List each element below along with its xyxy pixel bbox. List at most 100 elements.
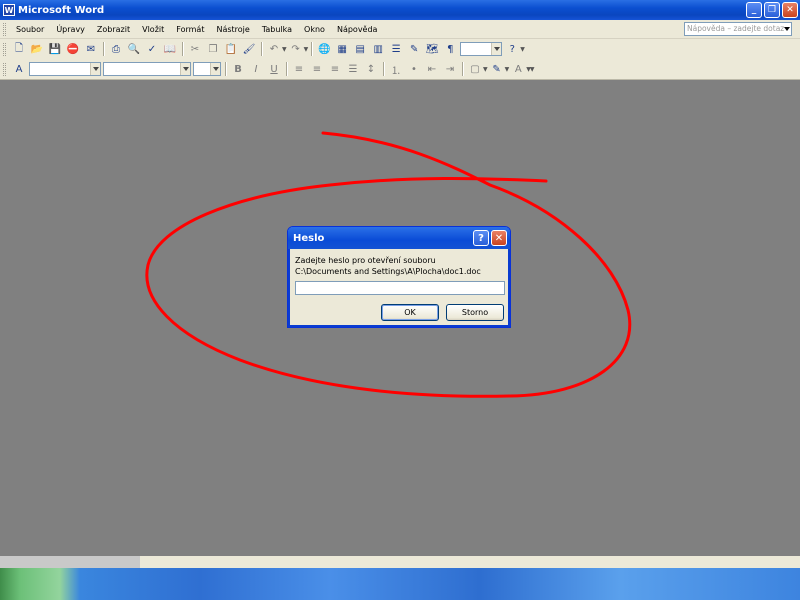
print-icon[interactable]: ⎙ xyxy=(108,41,124,57)
copy-icon[interactable]: ❐ xyxy=(205,41,221,57)
password-input[interactable] xyxy=(295,281,505,295)
open-icon[interactable]: 📂 xyxy=(29,41,45,57)
research-icon[interactable]: 📖 xyxy=(162,41,178,57)
window-controls: _ ❐ ✕ xyxy=(746,2,798,18)
format-painter-icon[interactable]: 🖌 xyxy=(241,41,257,57)
minimize-button[interactable]: _ xyxy=(746,2,762,18)
toolbar-separator xyxy=(103,42,104,56)
taskbar xyxy=(0,568,800,600)
close-button[interactable]: ✕ xyxy=(782,2,798,18)
underline-icon[interactable]: U xyxy=(266,61,282,77)
align-left-icon[interactable]: ≡ xyxy=(291,61,307,77)
close-icon: ✕ xyxy=(494,232,504,244)
help-search-input[interactable]: Nápověda – zadejte dotaz xyxy=(684,22,792,36)
toolbar-options-icon[interactable]: ▼ xyxy=(520,46,525,53)
undo-dropdown-icon[interactable]: ▼ xyxy=(282,46,287,53)
close-icon: ✕ xyxy=(786,5,794,15)
dialog-title-bar[interactable]: Heslo ? ✕ xyxy=(288,227,510,249)
font-size-dropdown-icon[interactable] xyxy=(210,63,220,75)
numbering-icon[interactable]: ⒈ xyxy=(388,61,404,77)
word-app-icon[interactable]: W xyxy=(3,4,15,16)
ok-button[interactable]: OK xyxy=(381,304,439,321)
menu-tabulka[interactable]: Tabulka xyxy=(256,20,298,39)
toolbar-separator xyxy=(182,42,183,56)
toolbar-grip[interactable] xyxy=(3,62,6,76)
paste-icon[interactable]: 📋 xyxy=(223,41,239,57)
cancel-button[interactable]: Storno xyxy=(446,304,504,321)
toolbar-separator xyxy=(462,62,463,76)
font-color-icon[interactable]: A xyxy=(510,61,526,77)
print-preview-icon[interactable]: 🔍 xyxy=(126,41,142,57)
new-icon[interactable]: 🗋 xyxy=(11,41,27,57)
drawing-icon[interactable]: ✎ xyxy=(406,41,422,57)
help-dropdown-icon[interactable] xyxy=(784,27,790,31)
highlight-dropdown-icon[interactable]: ▼ xyxy=(505,66,510,73)
toolbar-separator xyxy=(261,42,262,56)
redo-dropdown-icon[interactable]: ▼ xyxy=(304,46,309,53)
menu-bar: Soubor Úpravy Zobrazit Vložit Formát Nás… xyxy=(0,20,800,39)
password-prompt: Zadejte heslo pro otevření souboru xyxy=(295,256,436,265)
center-icon[interactable]: ≡ xyxy=(309,61,325,77)
menu-napoveda[interactable]: Nápověda xyxy=(331,20,384,39)
tables-borders-icon[interactable]: ▦ xyxy=(334,41,350,57)
document-map-icon[interactable]: 🗺 xyxy=(424,41,440,57)
app-icon-letter: W xyxy=(4,5,14,15)
menu-zobrazit[interactable]: Zobrazit xyxy=(91,20,136,39)
toolbar-grip[interactable] xyxy=(3,42,6,56)
align-right-icon[interactable]: ≡ xyxy=(327,61,343,77)
dialog-title: Heslo xyxy=(293,232,325,244)
menu-soubor[interactable]: Soubor xyxy=(10,20,50,39)
zoom-dropdown-icon[interactable] xyxy=(491,43,502,55)
show-formatting-icon[interactable]: ¶ xyxy=(442,41,458,57)
save-icon[interactable]: 💾 xyxy=(47,41,63,57)
toolbar-separator xyxy=(383,62,384,76)
highlight-icon[interactable]: ✎ xyxy=(489,61,505,77)
insert-table-icon[interactable]: ▤ xyxy=(352,41,368,57)
undo-icon[interactable]: ↶ xyxy=(266,41,282,57)
line-spacing-icon[interactable]: ↕ xyxy=(363,61,379,77)
font-size-field[interactable] xyxy=(193,62,221,76)
spelling-icon[interactable]: ✓ xyxy=(144,41,160,57)
style-dropdown-icon[interactable] xyxy=(90,63,100,75)
help-icon: ? xyxy=(478,232,484,244)
increase-indent-icon[interactable]: ⇥ xyxy=(442,61,458,77)
redo-icon[interactable]: ↷ xyxy=(288,41,304,57)
restore-button[interactable]: ❐ xyxy=(764,2,780,18)
hyperlink-icon[interactable]: 🌐 xyxy=(316,41,332,57)
styles-icon[interactable]: A xyxy=(11,61,27,77)
cut-icon[interactable]: ✂ xyxy=(187,41,203,57)
border-dropdown-icon[interactable]: ▼ xyxy=(483,66,488,73)
menu-grip[interactable] xyxy=(3,22,6,36)
bullets-icon[interactable]: • xyxy=(406,61,422,77)
menu-upravy[interactable]: Úpravy xyxy=(50,20,91,39)
menu-okno[interactable]: Okno xyxy=(298,20,331,39)
bold-icon[interactable]: B xyxy=(230,61,246,77)
help-search-placeholder: Nápověda – zadejte dotaz xyxy=(687,24,785,33)
password-dialog: Heslo ? ✕ Zadejte heslo pro otevření sou… xyxy=(287,226,511,328)
zoom-field[interactable] xyxy=(460,42,503,56)
font-dropdown-icon[interactable] xyxy=(180,63,190,75)
menu-vlozit[interactable]: Vložit xyxy=(136,20,170,39)
minimize-icon: _ xyxy=(751,5,757,15)
border-icon[interactable]: ▢ xyxy=(467,61,483,77)
insert-excel-icon[interactable]: ▥ xyxy=(370,41,386,57)
style-field[interactable] xyxy=(29,62,101,76)
dialog-help-button[interactable]: ? xyxy=(473,230,489,246)
status-bar-panel xyxy=(0,556,140,568)
font-field[interactable] xyxy=(103,62,191,76)
formatting-toolbar: A B I U ≡ ≡ ≡ ☰ ↕ ⒈ • ⇤ ⇥ ▢ ▼ ✎ ▼ A ▼ ▼ xyxy=(0,59,800,80)
dialog-controls: ? ✕ xyxy=(473,230,507,246)
toolbar-separator xyxy=(286,62,287,76)
title-bar: W Microsoft Word _ ❐ ✕ xyxy=(0,0,800,20)
columns-icon[interactable]: ☰ xyxy=(388,41,404,57)
menu-nastroje[interactable]: Nástroje xyxy=(210,20,255,39)
justify-icon[interactable]: ☰ xyxy=(345,61,361,77)
help-icon[interactable]: ? xyxy=(504,41,520,57)
decrease-indent-icon[interactable]: ⇤ xyxy=(424,61,440,77)
dialog-close-button[interactable]: ✕ xyxy=(491,230,507,246)
menu-format[interactable]: Formát xyxy=(170,20,210,39)
italic-icon[interactable]: I xyxy=(248,61,264,77)
permission-icon[interactable]: ⛔ xyxy=(65,41,81,57)
email-icon[interactable]: ✉ xyxy=(83,41,99,57)
toolbar-options-icon[interactable]: ▼ xyxy=(530,66,535,73)
